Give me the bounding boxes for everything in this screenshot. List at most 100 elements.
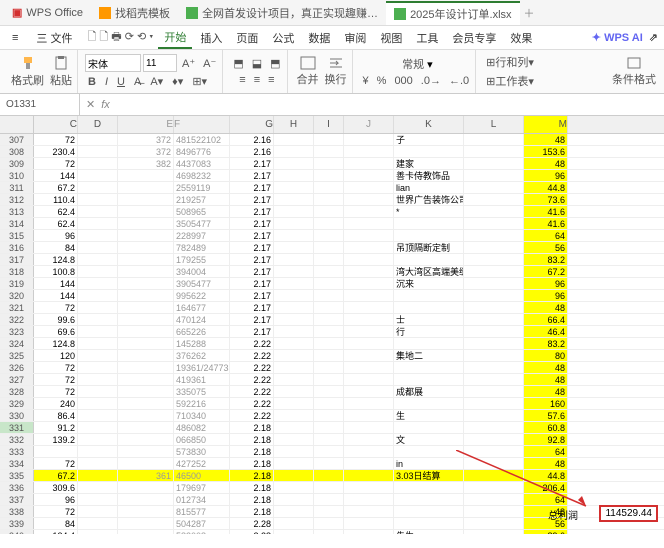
cell[interactable]: 83.2 <box>524 254 568 265</box>
cell[interactable]: 2.18 <box>230 506 274 517</box>
cell[interactable] <box>78 206 118 217</box>
table-row[interactable]: 31167.225591192.17lian44.8 <box>0 182 664 194</box>
cell[interactable]: 96 <box>34 494 78 505</box>
fillcolor-button[interactable]: ♦▾ <box>169 74 186 89</box>
cell[interactable] <box>78 530 118 534</box>
app-tab[interactable]: ▣WPS Office <box>4 3 91 22</box>
cell[interactable] <box>464 146 524 157</box>
cell[interactable]: 80 <box>524 350 568 361</box>
cell[interactable]: 48 <box>524 134 568 145</box>
cell[interactable] <box>344 278 394 289</box>
cell[interactable]: 179255 <box>174 254 230 265</box>
dec-dec[interactable]: ←.0 <box>446 74 472 88</box>
cell[interactable] <box>78 470 118 481</box>
cell[interactable]: 83.2 <box>524 338 568 349</box>
cell[interactable]: 67.2 <box>34 470 78 481</box>
cell[interactable] <box>78 266 118 277</box>
cell[interactable] <box>78 314 118 325</box>
cell[interactable]: 湾大湾区高端美缝 <box>394 266 464 277</box>
cell[interactable]: 2.28 <box>230 530 274 534</box>
cell[interactable]: 吊顶隔断定制 <box>394 242 464 253</box>
cell[interactable] <box>78 194 118 205</box>
row-header[interactable]: 307 <box>0 134 34 145</box>
cell[interactable] <box>464 170 524 181</box>
cell[interactable] <box>344 398 394 409</box>
cell[interactable] <box>344 482 394 493</box>
cell[interactable] <box>464 446 524 457</box>
cell[interactable] <box>274 338 314 349</box>
cell[interactable] <box>314 350 344 361</box>
cell[interactable]: 沉来 <box>394 278 464 289</box>
align-top[interactable]: ⬒ <box>230 56 246 71</box>
cell[interactable] <box>274 470 314 481</box>
cell[interactable] <box>274 134 314 145</box>
table-row[interactable]: 3292405922162.22160 <box>0 398 664 410</box>
cell[interactable]: 573830 <box>174 446 230 457</box>
cell[interactable]: 41.6 <box>524 218 568 229</box>
col-header[interactable]: K <box>394 116 464 133</box>
cell[interactable] <box>314 470 344 481</box>
cell[interactable]: 124.8 <box>34 338 78 349</box>
cell[interactable] <box>118 362 174 373</box>
cell[interactable] <box>78 518 118 529</box>
cell[interactable]: 91.2 <box>34 422 78 433</box>
cell[interactable] <box>464 230 524 241</box>
cell[interactable] <box>344 362 394 373</box>
cell[interactable]: 56 <box>524 242 568 253</box>
col-header[interactable]: M <box>524 116 568 133</box>
cell[interactable] <box>344 506 394 517</box>
cell[interactable]: 2.22 <box>230 350 274 361</box>
cell[interactable] <box>78 374 118 385</box>
cell[interactable]: 110.4 <box>34 194 78 205</box>
table-row[interactable]: 33086.47103402.22生57.6 <box>0 410 664 422</box>
col-header[interactable]: J <box>344 116 394 133</box>
row-header[interactable]: 340 <box>0 530 34 534</box>
cell[interactable]: 生 <box>394 410 464 421</box>
cell[interactable] <box>464 338 524 349</box>
cell[interactable] <box>464 398 524 409</box>
cell[interactable]: 46.4 <box>524 326 568 337</box>
cell[interactable]: 60.8 <box>524 422 568 433</box>
cell[interactable] <box>314 446 344 457</box>
cell[interactable] <box>314 362 344 373</box>
table-row[interactable]: 3267219361/2477334649324193612.2248 <box>0 362 664 374</box>
row-header[interactable]: 323 <box>0 326 34 337</box>
cell[interactable]: 2.16 <box>230 134 274 145</box>
fontcolor-button[interactable]: A▾ <box>147 74 166 89</box>
row-header[interactable]: 326 <box>0 362 34 373</box>
cell[interactable] <box>394 518 464 529</box>
cell[interactable]: 72 <box>34 134 78 145</box>
cell[interactable]: 160 <box>524 398 568 409</box>
name-box[interactable]: O1331 <box>0 94 80 115</box>
cell[interactable]: 481522102 <box>174 134 230 145</box>
cell[interactable] <box>314 422 344 433</box>
cell[interactable]: 72 <box>34 158 78 169</box>
cell[interactable] <box>274 254 314 265</box>
col-header[interactable]: F <box>174 116 230 133</box>
cell[interactable] <box>274 206 314 217</box>
cell[interactable] <box>464 254 524 265</box>
cell[interactable] <box>344 410 394 421</box>
col-header[interactable]: G <box>230 116 274 133</box>
table-row[interactable]: 324124.81452882.2283.2 <box>0 338 664 350</box>
select-all-corner[interactable] <box>0 116 34 133</box>
cell[interactable] <box>118 338 174 349</box>
table-row[interactable]: 328723350752.22成都展48 <box>0 386 664 398</box>
row-header[interactable]: 312 <box>0 194 34 205</box>
cell[interactable]: 41.6 <box>524 206 568 217</box>
cell[interactable] <box>118 230 174 241</box>
cell[interactable] <box>314 494 344 505</box>
cell[interactable] <box>314 206 344 217</box>
inc-font[interactable]: A⁺ <box>179 54 198 72</box>
tab-doc1[interactable]: 全网首发设计项目，真正实现趣赚… <box>178 2 386 24</box>
cell[interactable] <box>118 194 174 205</box>
cell[interactable] <box>344 434 394 445</box>
cell[interactable]: 066850 <box>174 434 230 445</box>
cell[interactable] <box>314 266 344 277</box>
cell[interactable]: 46500 <box>174 470 230 481</box>
cell[interactable]: 2.22 <box>230 386 274 397</box>
file-menu[interactable]: 三 文件 <box>30 28 78 48</box>
tab-data[interactable]: 数据 <box>302 28 336 48</box>
cell[interactable] <box>344 386 394 397</box>
cell[interactable] <box>118 386 174 397</box>
